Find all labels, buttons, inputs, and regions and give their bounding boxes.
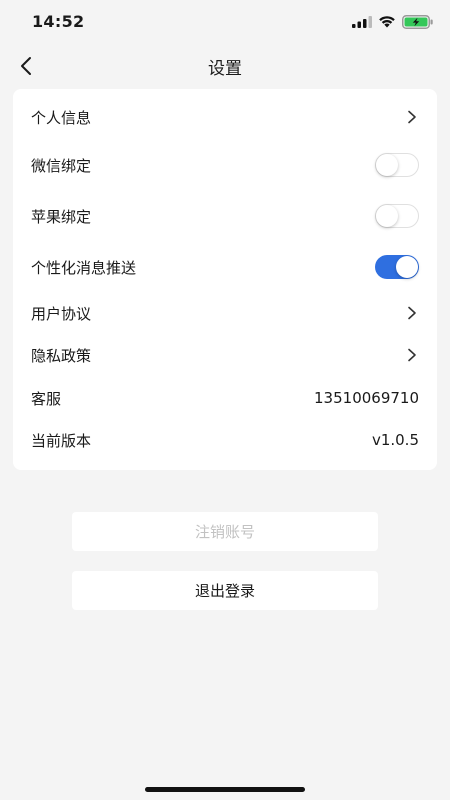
cancel-account-button[interactable]: 注销账号 [72,512,378,551]
status-bar: 14:52 [0,0,450,44]
chevron-right-icon [405,110,419,124]
home-indicator [145,787,305,792]
settings-item-label: 隐私政策 [31,346,92,365]
settings-item-label: 微信绑定 [31,156,92,175]
signal-icon [352,16,372,28]
settings-item-wechat-binding: 微信绑定 [13,145,437,185]
battery-charging-icon [402,15,433,29]
settings-item-customer-service[interactable]: 客服 13510069710 [13,378,437,418]
settings-item-current-version: 当前版本 v1.0.5 [13,420,437,460]
wechat-binding-toggle[interactable] [375,153,419,177]
chevron-right-icon [405,306,419,320]
settings-item-apple-binding: 苹果绑定 [13,196,437,236]
settings-item-label: 个人信息 [31,108,92,127]
settings-item-label: 当前版本 [31,431,92,450]
logout-button[interactable]: 退出登录 [72,571,378,610]
toggle-knob [396,256,418,278]
customer-service-phone[interactable]: 13510069710 [314,389,419,407]
wifi-icon [379,16,395,28]
settings-item-label: 个性化消息推送 [31,258,137,277]
apple-binding-toggle[interactable] [375,204,419,228]
settings-card: 个人信息 微信绑定 苹果绑定 个性化消息推送 用户协议 隐私政策 客服 1351… [13,89,437,470]
settings-item-label: 苹果绑定 [31,207,92,226]
settings-item-personal-info[interactable]: 个人信息 [13,97,437,137]
version-value: v1.0.5 [371,431,419,449]
settings-item-privacy-policy[interactable]: 隐私政策 [13,335,437,375]
settings-item-personalized-push: 个性化消息推送 [13,247,437,287]
nav-bar: 设置 [0,44,450,88]
settings-item-label: 用户协议 [31,304,92,323]
personalized-push-toggle[interactable] [375,255,419,279]
status-time: 14:52 [32,12,85,31]
toggle-knob [376,205,398,227]
settings-item-label: 客服 [31,389,62,408]
toggle-knob [376,154,398,176]
page-title: 设置 [208,59,242,79]
chevron-right-icon [405,348,419,362]
settings-item-user-agreement[interactable]: 用户协议 [13,293,437,333]
